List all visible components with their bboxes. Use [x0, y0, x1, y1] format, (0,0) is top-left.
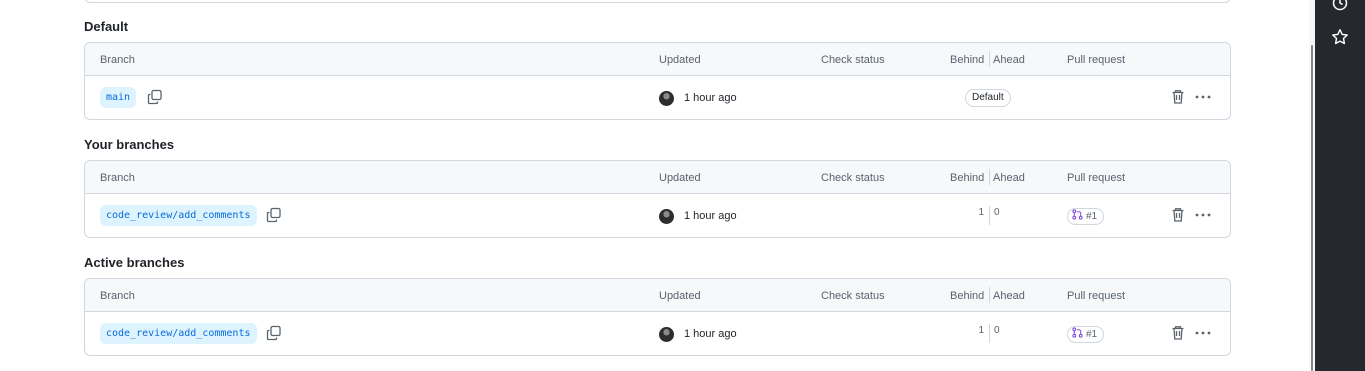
col-check-status: Check status — [821, 290, 885, 302]
trash-icon[interactable] — [1171, 89, 1185, 105]
avatar[interactable] — [659, 327, 674, 342]
table-header: Branch Updated Check status Behind Ahead… — [85, 43, 1230, 76]
behind-ahead-divider — [989, 324, 990, 343]
browser-side-rail — [1315, 0, 1365, 371]
behind-ahead-divider — [989, 206, 990, 225]
trash-icon[interactable] — [1171, 325, 1185, 341]
trash-icon[interactable] — [1171, 207, 1185, 223]
ahead-count: 0 — [994, 207, 1000, 218]
pull-request-link[interactable]: #1 — [1067, 326, 1105, 343]
pull-request-number: #1 — [1086, 211, 1098, 222]
col-behind: Behind — [950, 290, 985, 302]
branch-name-link[interactable]: main — [100, 87, 137, 108]
branch-table-active: Branch Updated Check status Behind Ahead… — [84, 278, 1231, 356]
branch-name-link[interactable]: code_review/add_comments — [100, 205, 257, 226]
star-icon[interactable] — [1331, 28, 1349, 46]
col-pull-request: Pull request — [1067, 172, 1126, 184]
col-check-status: Check status — [821, 172, 885, 184]
branch-table-default: Branch Updated Check status Behind Ahead… — [84, 42, 1231, 120]
copy-icon[interactable] — [266, 207, 282, 223]
updated-time: 1 hour ago — [684, 210, 737, 222]
table-row: main 1 hour ago Default — [85, 76, 1230, 119]
updated-time: 1 hour ago — [684, 328, 737, 340]
col-pull-request: Pull request — [1067, 54, 1126, 66]
branch-name-link[interactable]: code_review/add_comments — [100, 323, 257, 344]
section-title-default: Default — [84, 19, 129, 34]
section-title-active-branches: Active branches — [84, 255, 185, 270]
behind-ahead-divider — [989, 287, 990, 303]
git-pull-request-icon — [1072, 326, 1083, 343]
avatar[interactable] — [659, 209, 674, 224]
kebab-horizontal-icon[interactable] — [1193, 208, 1213, 222]
col-check-status: Check status — [821, 54, 885, 66]
behind-count: 1 — [978, 325, 984, 336]
table-row: code_review/add_comments 1 hour ago 1 0 … — [85, 312, 1230, 355]
kebab-horizontal-icon[interactable] — [1193, 90, 1213, 104]
behind-count: 1 — [978, 207, 984, 218]
table-row: code_review/add_comments 1 hour ago 1 0 … — [85, 194, 1230, 237]
col-updated: Updated — [659, 290, 701, 302]
col-ahead: Ahead — [993, 290, 1025, 302]
behind-ahead-divider — [989, 169, 990, 185]
section-title-your-branches: Your branches — [84, 137, 175, 152]
ahead-count: 0 — [994, 325, 1000, 336]
col-branch: Branch — [100, 290, 135, 302]
col-branch: Branch — [100, 54, 135, 66]
col-behind: Behind — [950, 54, 985, 66]
git-pull-request-icon — [1072, 208, 1083, 225]
copy-icon[interactable] — [266, 325, 282, 341]
scrollbar-thumb[interactable] — [1311, 45, 1313, 371]
avatar[interactable] — [659, 91, 674, 106]
col-updated: Updated — [659, 54, 701, 66]
copy-icon[interactable] — [147, 89, 163, 105]
updated-time: 1 hour ago — [684, 92, 737, 104]
table-header: Branch Updated Check status Behind Ahead… — [85, 279, 1230, 312]
default-badge: Default — [965, 89, 1011, 107]
col-ahead: Ahead — [993, 172, 1025, 184]
col-branch: Branch — [100, 172, 135, 184]
col-ahead: Ahead — [993, 54, 1025, 66]
pull-request-number: #1 — [1086, 329, 1098, 340]
branch-table-yours: Branch Updated Check status Behind Ahead… — [84, 160, 1231, 238]
col-updated: Updated — [659, 172, 701, 184]
pull-request-link[interactable]: #1 — [1067, 208, 1105, 225]
col-behind: Behind — [950, 172, 985, 184]
col-pull-request: Pull request — [1067, 290, 1126, 302]
branches-page: Default Branch Updated Check status Behi… — [0, 0, 1309, 371]
kebab-horizontal-icon[interactable] — [1193, 326, 1213, 340]
behind-ahead-divider — [989, 51, 990, 67]
table-header: Branch Updated Check status Behind Ahead… — [85, 161, 1230, 194]
clock-icon[interactable] — [1331, 0, 1349, 12]
previous-box-edge — [84, 0, 1231, 3]
